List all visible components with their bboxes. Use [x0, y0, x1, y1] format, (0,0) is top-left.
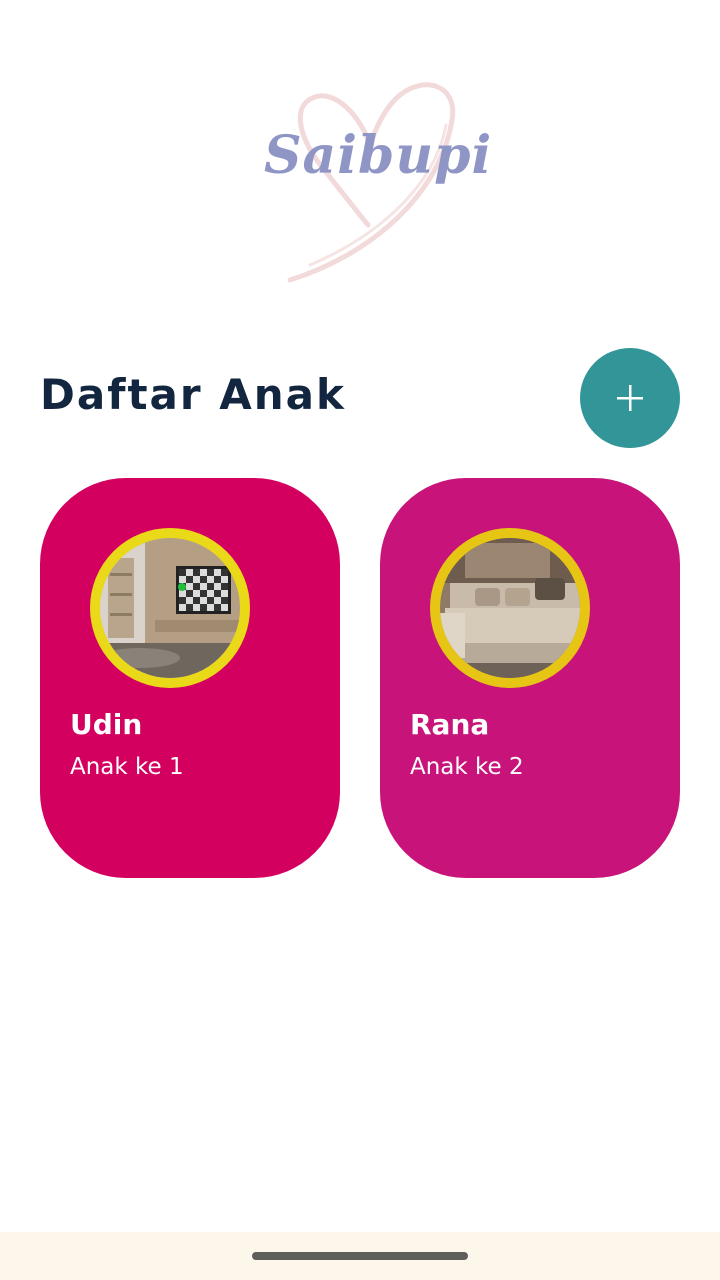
- child-card[interactable]: Udin Anak ke 1: [40, 478, 340, 878]
- child-name: Rana: [410, 708, 490, 741]
- living-room-tv-photo: [100, 538, 240, 678]
- screen: Saibupi Daftar Anak Udin Anak ke 1 Rana …: [0, 0, 720, 1280]
- logo-text: Saibupi: [264, 125, 493, 186]
- add-child-button[interactable]: [580, 348, 680, 448]
- sofa-room-photo: [440, 538, 580, 678]
- system-nav-bar: [0, 1232, 720, 1280]
- child-avatar: [90, 528, 250, 688]
- home-indicator[interactable]: [252, 1252, 468, 1260]
- page-title: Daftar Anak: [40, 370, 346, 419]
- child-order: Anak ke 1: [70, 754, 184, 780]
- child-order: Anak ke 2: [410, 754, 524, 780]
- child-card[interactable]: Rana Anak ke 2: [380, 478, 680, 878]
- plus-icon: [617, 385, 643, 411]
- child-name: Udin: [70, 708, 143, 741]
- child-avatar: [430, 528, 590, 688]
- app-logo: Saibupi: [250, 75, 491, 285]
